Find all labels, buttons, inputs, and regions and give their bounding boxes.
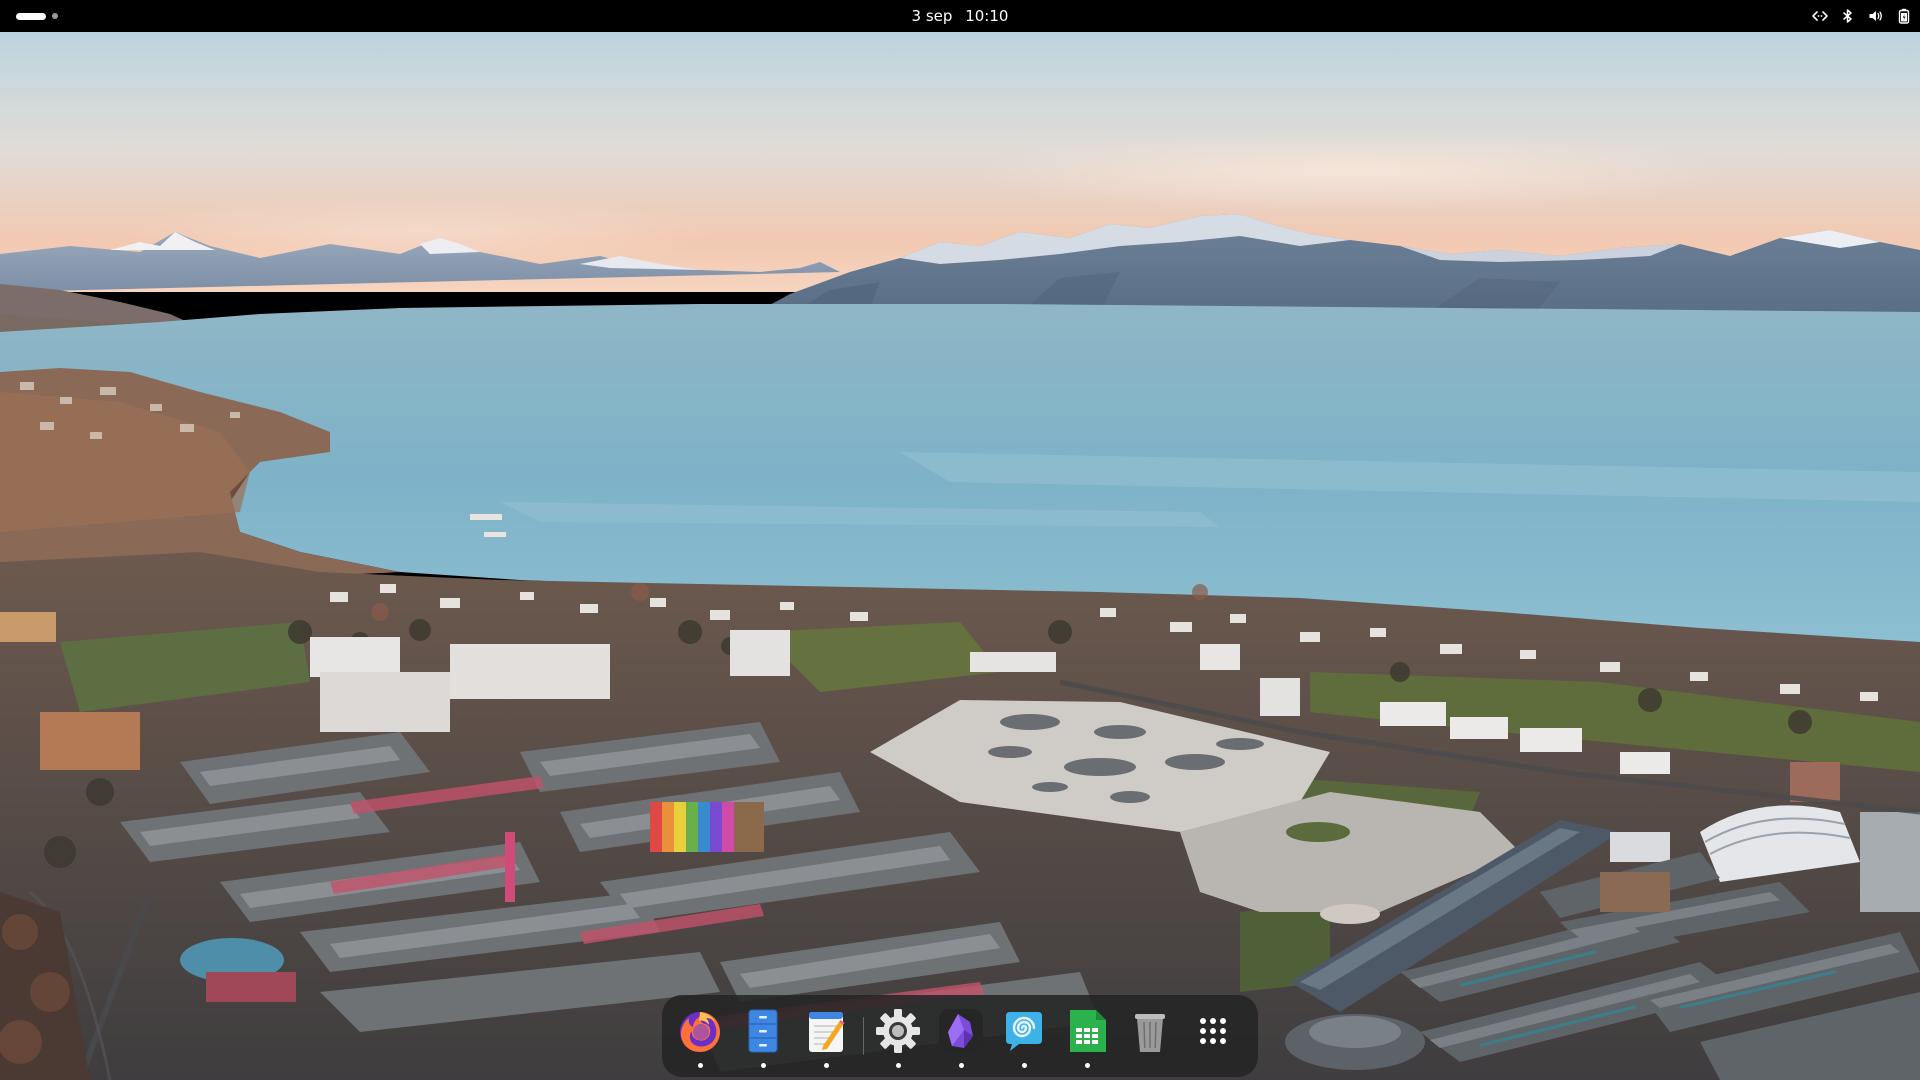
desktop: 3 sep 10:10 <box>0 0 1920 1080</box>
dock <box>662 995 1258 1077</box>
running-indicator <box>1084 1063 1090 1068</box>
activities-workspace-indicator[interactable] <box>10 8 64 24</box>
workspace-active-indicator[interactable] <box>16 12 46 20</box>
dock-text-editor[interactable] <box>798 1006 854 1068</box>
clock-date: 3 sep <box>911 7 953 25</box>
dock-settings[interactable] <box>870 1006 926 1068</box>
workspace-dot[interactable] <box>52 13 58 19</box>
running-indicator <box>958 1063 964 1068</box>
running-indicator <box>1021 1063 1027 1068</box>
clock-date-time[interactable]: 3 sep 10:10 <box>912 0 1009 32</box>
network-wired-icon <box>1812 8 1828 24</box>
running-indicator <box>697 1063 703 1068</box>
battery-icon <box>1896 8 1912 24</box>
dock-files[interactable] <box>735 1006 791 1068</box>
dock-trash[interactable] <box>1122 1006 1178 1066</box>
spreadsheet-icon <box>1070 1010 1106 1052</box>
clock-time: 10:10 <box>965 7 1009 25</box>
wallpaper-photo <box>0 32 1920 1080</box>
spiral-icon <box>1006 1012 1042 1051</box>
obsidian-icon <box>939 1009 983 1053</box>
firefox-icon <box>680 1012 720 1052</box>
dock-welcome[interactable] <box>996 1006 1052 1068</box>
dock-spreadsheet[interactable] <box>1059 1006 1115 1068</box>
volume-icon <box>1868 8 1884 24</box>
dock-separator <box>863 1017 864 1055</box>
top-bar: 3 sep 10:10 <box>0 0 1920 32</box>
gear-icon <box>876 1009 920 1053</box>
running-indicator <box>895 1063 901 1068</box>
running-indicator <box>760 1063 766 1068</box>
trash-icon <box>1135 1014 1165 1052</box>
text-editor-icon <box>809 1012 845 1052</box>
system-tray[interactable] <box>1812 0 1912 32</box>
bluetooth-icon <box>1840 8 1856 24</box>
dock-obsidian[interactable] <box>933 1006 989 1068</box>
dock-firefox[interactable] <box>672 1006 728 1068</box>
app-grid-icon <box>1200 1018 1226 1044</box>
files-icon <box>748 1009 778 1053</box>
running-indicator <box>823 1063 829 1068</box>
dock-show-applications[interactable] <box>1185 1006 1241 1066</box>
